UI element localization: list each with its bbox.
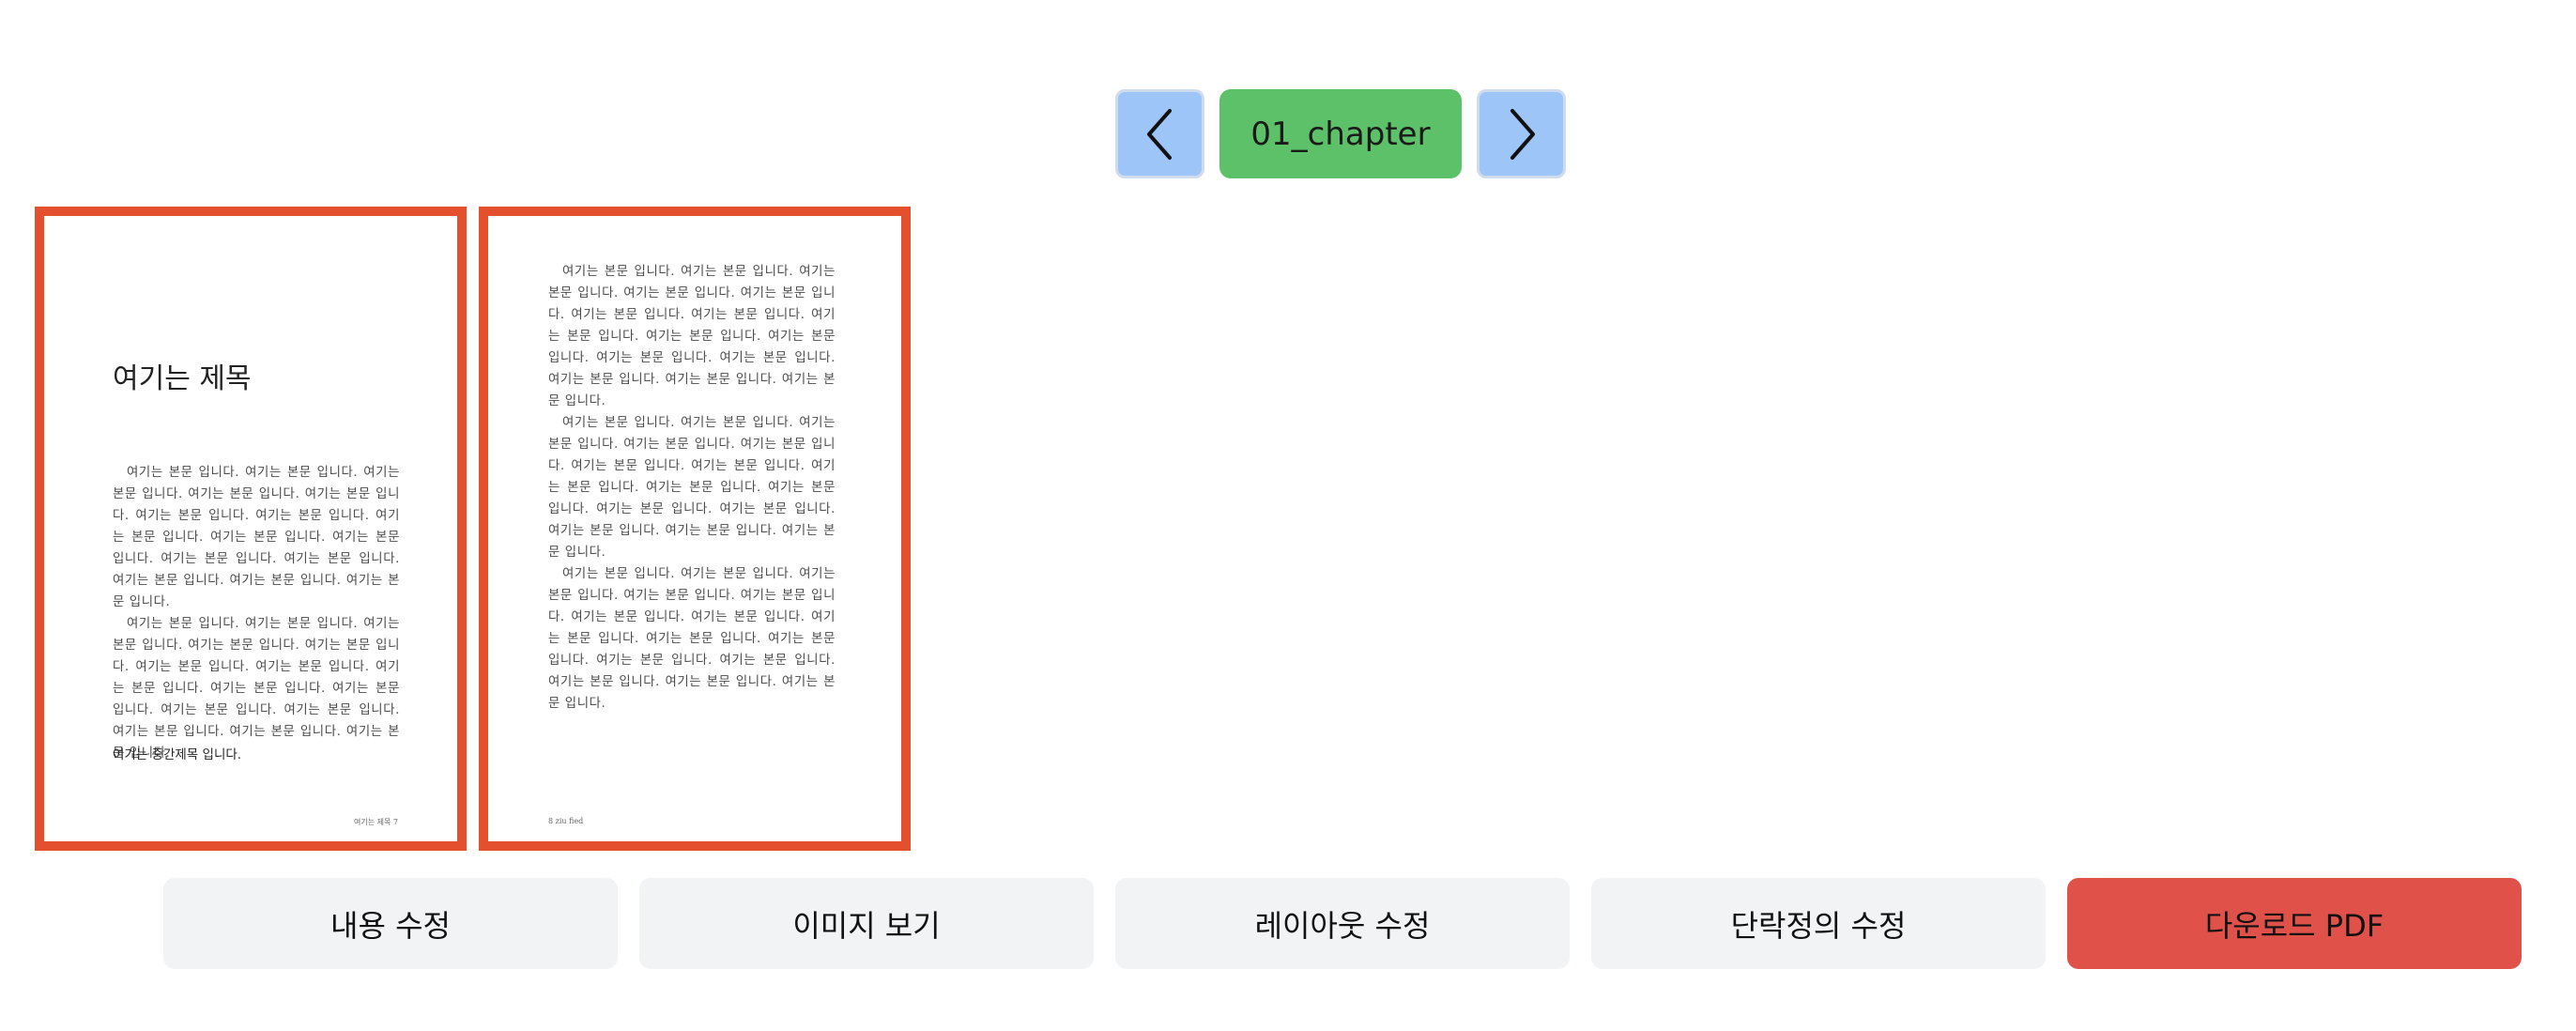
page-title: 여기는 제목 [113, 362, 252, 395]
body-paragraph: 여기는 본문 입니다. 여기는 본문 입니다. 여기는 본문 입니다. 여기는 … [113, 466, 400, 609]
download-pdf-label: 다운로드 PDF [2204, 907, 2384, 944]
page-body: 여기는 본문 입니다. 여기는 본문 입니다. 여기는 본문 입니다. 여기는 … [548, 261, 836, 715]
edit-layout-button[interactable]: 레이아웃 수정 [1115, 878, 1570, 969]
page-preview-2[interactable]: 여기는 본문 입니다. 여기는 본문 입니다. 여기는 본문 입니다. 여기는 … [479, 207, 911, 851]
page-footer: 8 ziu fied [548, 817, 584, 825]
page-body: 여기는 본문 입니다. 여기는 본문 입니다. 여기는 본문 입니다. 여기는 … [113, 462, 400, 764]
body-paragraph: 여기는 본문 입니다. 여기는 본문 입니다. 여기는 본문 입니다. 여기는 … [548, 265, 836, 408]
edit-layout-label: 레이아웃 수정 [1254, 907, 1431, 944]
view-images-button[interactable]: 이미지 보기 [639, 878, 1094, 969]
page-footer: 여기는 제목 7 [354, 818, 398, 826]
page-preview-1[interactable]: 여기는 제목 여기는 본문 입니다. 여기는 본문 입니다. 여기는 본문 입니… [35, 207, 467, 851]
chapter-selector[interactable]: 01_chapter [1219, 89, 1462, 178]
previous-chapter-button[interactable] [1115, 89, 1204, 178]
body-paragraph: 여기는 본문 입니다. 여기는 본문 입니다. 여기는 본문 입니다. 여기는 … [548, 567, 836, 711]
view-images-label: 이미지 보기 [792, 907, 941, 944]
edit-content-button[interactable]: 내용 수정 [163, 878, 618, 969]
page-subheading: 여기는 중간제목 입니다. [113, 747, 242, 762]
chevron-right-icon [1510, 108, 1535, 160]
edit-paragraph-definition-button[interactable]: 단락정의 수정 [1591, 878, 2046, 969]
next-chapter-button[interactable] [1477, 89, 1566, 178]
chapter-name: 01_chapter [1250, 115, 1431, 153]
edit-content-label: 내용 수정 [330, 907, 451, 944]
chevron-left-icon [1146, 108, 1172, 160]
edit-paragraph-definition-label: 단락정의 수정 [1730, 907, 1907, 944]
body-paragraph: 여기는 본문 입니다. 여기는 본문 입니다. 여기는 본문 입니다. 여기는 … [548, 416, 836, 560]
download-pdf-button[interactable]: 다운로드 PDF [2067, 878, 2522, 969]
body-paragraph: 여기는 본문 입니다. 여기는 본문 입니다. 여기는 본문 입니다. 여기는 … [113, 617, 400, 761]
